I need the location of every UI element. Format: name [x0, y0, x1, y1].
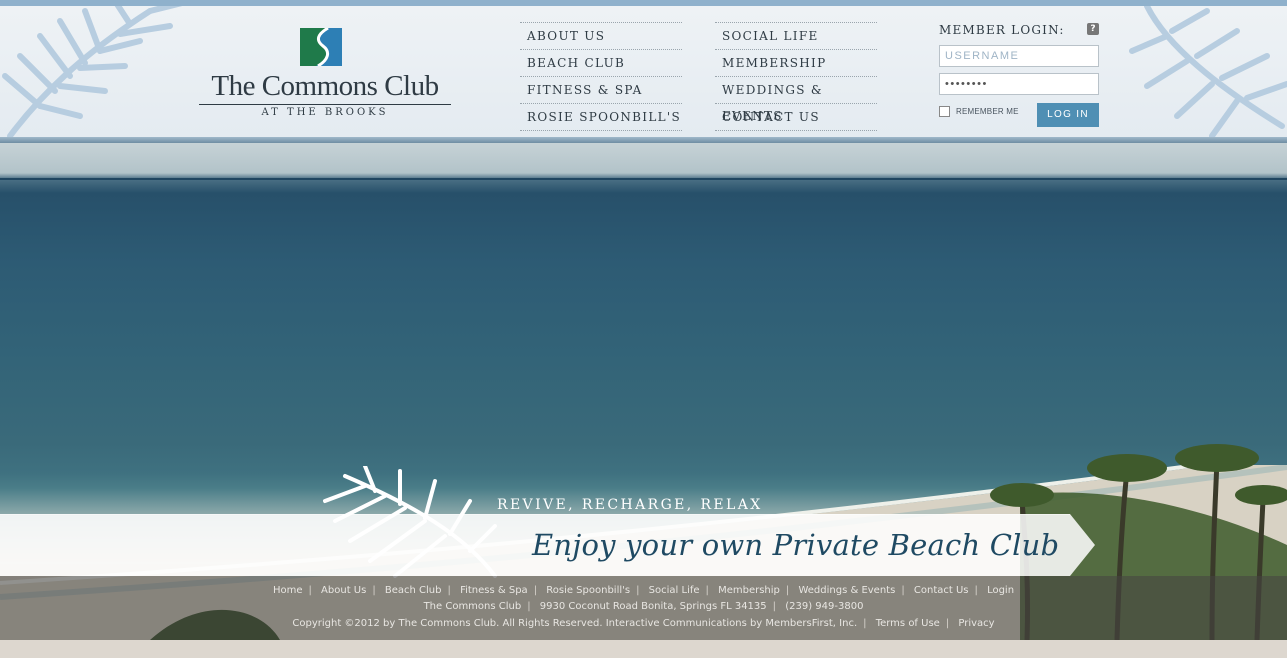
nav-item-beach-club[interactable]: BEACH CLUB: [520, 49, 682, 76]
nav-item-social-life[interactable]: SOCIAL LIFE: [715, 22, 877, 49]
nav-item-weddings-events[interactable]: WEDDINGS & EVENTS: [715, 76, 877, 123]
palm-frond-icon: [323, 466, 497, 578]
footer-link-contact-us[interactable]: Contact Us: [914, 585, 969, 596]
palm-leaf-decoration-left: [2, 6, 183, 137]
footer-link-home[interactable]: Home: [273, 585, 303, 596]
main-nav-column-1: ABOUT US BEACH CLUB FITNESS & SPA ROSIE …: [520, 22, 682, 131]
page-bottom-strip: [0, 640, 1287, 658]
remember-me-label: REMEMBER ME: [956, 107, 1019, 116]
horizon-line: [0, 178, 1287, 180]
footer-link-weddings-events[interactable]: Weddings & Events: [798, 585, 895, 596]
hero-headline: Enjoy your own Private Beach Club: [532, 528, 1060, 562]
main-nav-column-2: SOCIAL LIFE MEMBERSHIP WEDDINGS & EVENTS…: [715, 22, 877, 131]
remember-me-checkbox[interactable]: [939, 106, 950, 117]
footer-phone: (239) 949-3800: [785, 601, 864, 612]
palm-leaf-decoration-right: [1129, 6, 1287, 137]
logo-mark-icon: [300, 28, 342, 66]
password-input[interactable]: [939, 73, 1099, 95]
site-header: The Commons Club AT THE BROOKS ABOUT US …: [0, 6, 1287, 137]
footer-link-fitness-spa[interactable]: Fitness & Spa: [460, 585, 528, 596]
footer-link-social-life[interactable]: Social Life: [649, 585, 700, 596]
footer-link-about-us[interactable]: About Us: [321, 585, 366, 596]
footer-links: Home | About Us | Beach Club | Fitness & Sp…: [272, 585, 1015, 596]
login-button[interactable]: LOG IN: [1037, 103, 1099, 127]
nav-item-contact-us[interactable]: CONTACT US: [715, 103, 877, 131]
footer-address: The Commons Club | 9930 Coconut Road Boni…: [423, 601, 864, 612]
member-login-title: MEMBER LOGIN:: [939, 23, 1065, 37]
footer-link-membership[interactable]: Membership: [718, 585, 780, 596]
footer-link-login[interactable]: Login: [987, 585, 1014, 596]
nav-item-about-us[interactable]: ABOUT US: [520, 22, 682, 49]
logo-divider: [199, 104, 451, 105]
help-icon[interactable]: ?: [1087, 23, 1099, 35]
footer-link-terms[interactable]: Terms of Use: [876, 618, 940, 629]
footer-legal: Copyright ©2012 by The Commons Club. All…: [292, 618, 995, 629]
member-login-form: MEMBER LOGIN: ? REMEMBER ME LOG IN: [939, 21, 1099, 127]
username-input[interactable]: [939, 45, 1099, 67]
club-logo[interactable]: The Commons Club AT THE BROOKS: [195, 28, 455, 120]
remember-me: REMEMBER ME: [939, 106, 1019, 117]
nav-item-membership[interactable]: MEMBERSHIP: [715, 49, 877, 76]
footer-link-beach-club[interactable]: Beach Club: [385, 585, 442, 596]
footer-link-rosie-spoonbills[interactable]: Rosie Spoonbill's: [546, 585, 630, 596]
footer-copyright: Copyright ©2012 by The Commons Club. All…: [292, 618, 858, 629]
footer-street-address: 9930 Coconut Road Bonita, Springs FL 341…: [539, 601, 767, 612]
nav-item-fitness-spa[interactable]: FITNESS & SPA: [520, 76, 682, 103]
logo-subtitle: AT THE BROOKS: [261, 107, 389, 118]
site-footer: Home | About Us | Beach Club | Fitness & Sp…: [0, 576, 1287, 640]
nav-item-rosie-spoonbills[interactable]: ROSIE SPOONBILL'S: [520, 103, 682, 131]
logo-title: The Commons Club: [211, 70, 439, 102]
hero-tagline-small: REVIVE, RECHARGE, RELAX: [497, 497, 763, 513]
footer-club-name: The Commons Club: [423, 601, 522, 612]
footer-link-privacy[interactable]: Privacy: [958, 618, 994, 629]
